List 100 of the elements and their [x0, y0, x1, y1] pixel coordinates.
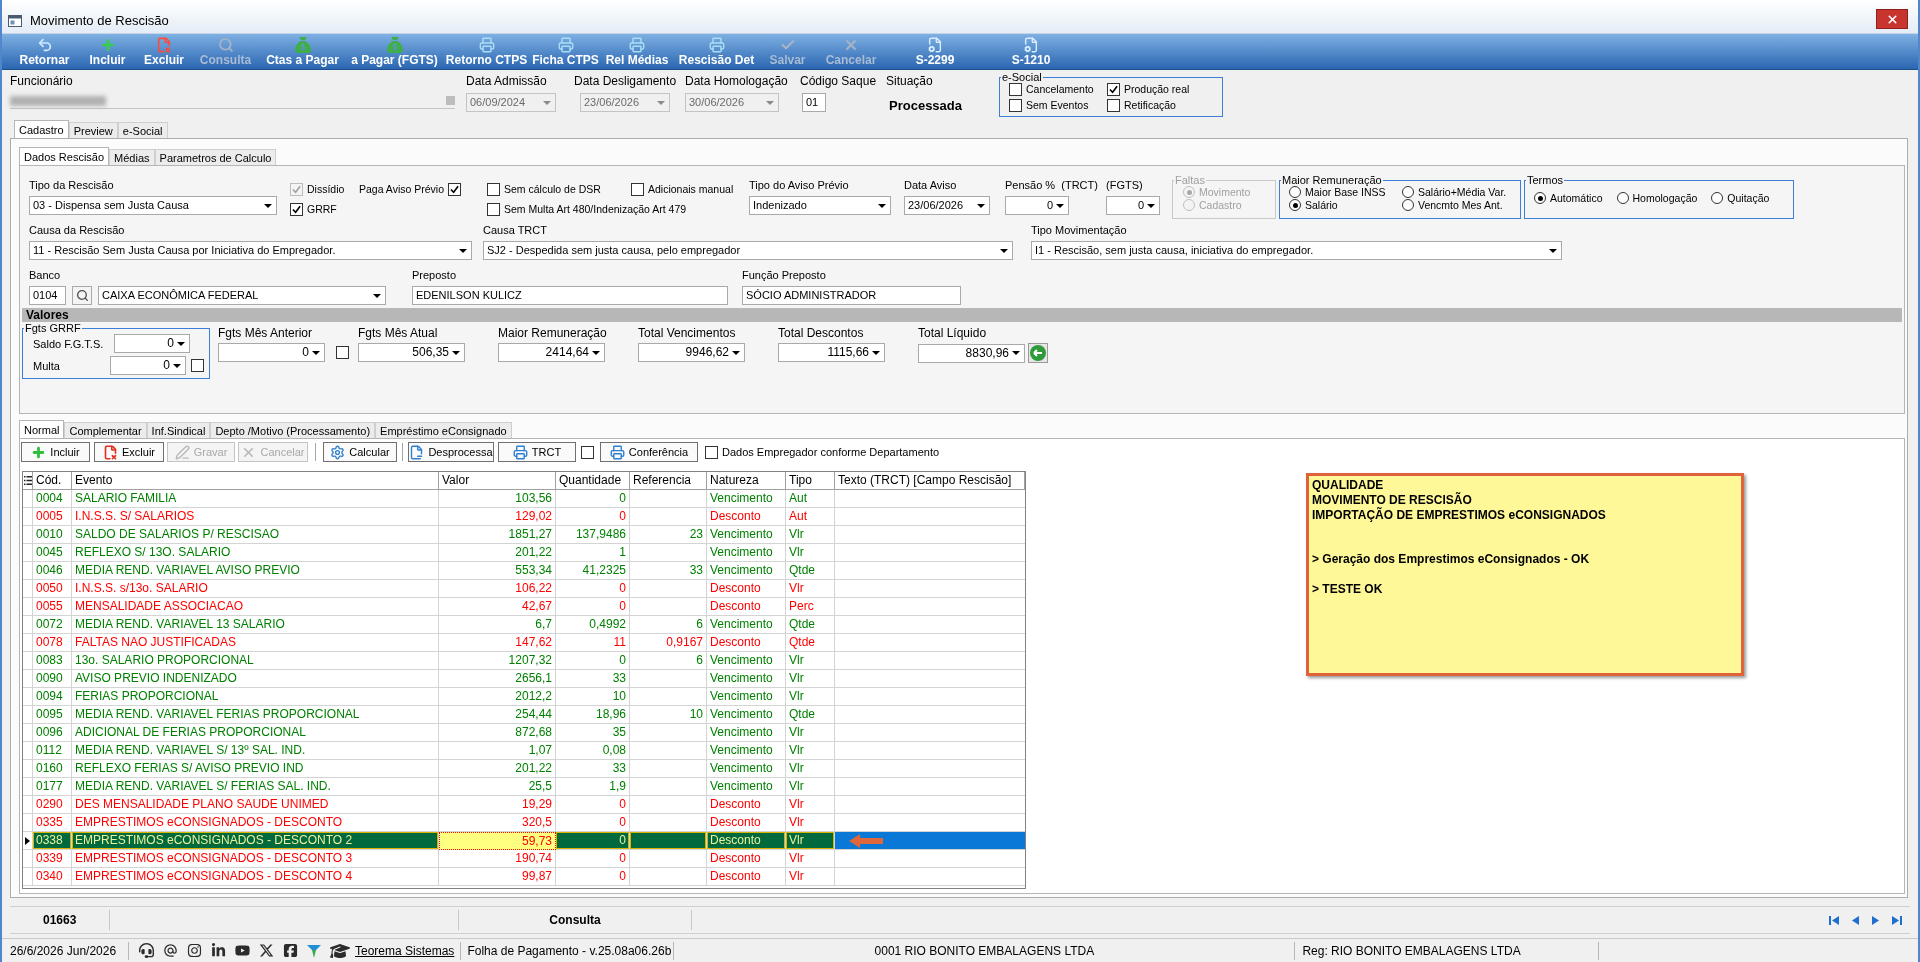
facebook-icon[interactable]: [283, 943, 298, 958]
dropdown-field[interactable]: 11 - Rescisão Sem Justa Causa por Iniciativa do Empregador.: [29, 241, 472, 260]
skip-forward-icon[interactable]: [1892, 915, 1902, 925]
tab[interactable]: Médias: [109, 149, 155, 165]
table-row[interactable]: 0090 AVISO PREVIO INDENIZADO 2656,1 33 Vencimento Vlr: [23, 670, 1025, 688]
table-row[interactable]: 0072 MEDIA REND. VARIAVEL 13 SALARIO 6,7 0,4992 6 Vencimento Qtde: [23, 616, 1025, 634]
list-icon[interactable]: [23, 476, 32, 485]
table-row[interactable]: 0094 FERIAS PROPORCIONAL 2012,2 10 Vencimento Vlr: [23, 688, 1025, 706]
table-row[interactable]: 0046 MEDIA REND. VARIAVEL AVISO PREVIO 553,34 41,2325 33 Vencimento Qtde: [23, 562, 1025, 580]
toolbar-button[interactable]: Incluir: [21, 442, 90, 462]
arrow-button[interactable]: [1028, 343, 1048, 363]
radio-button[interactable]: [1289, 199, 1301, 211]
radio-button[interactable]: [1534, 192, 1546, 204]
table-row[interactable]: 0078 FALTAS NAO JUSTIFICADAS 147,62 11 0,9167 Desconto Qtde: [23, 634, 1025, 652]
toolbar-button[interactable]: Retornar: [10, 34, 79, 69]
toolbar-button[interactable]: a Pagar (FGTS): [346, 34, 443, 69]
headset-icon[interactable]: [139, 943, 154, 958]
checkbox[interactable]: [487, 203, 500, 216]
dropdown-field[interactable]: 1115,66: [778, 343, 885, 362]
dropdown-field[interactable]: I1 - Rescisão, sem justa causa, iniciativa do empregador.: [1031, 241, 1562, 260]
radio-button[interactable]: [1711, 192, 1724, 204]
text-field[interactable]: SÓCIO ADMINISTRADOR: [742, 286, 961, 305]
checkbox[interactable]: [705, 445, 718, 459]
tab[interactable]: Normal: [19, 420, 65, 438]
checkbox[interactable]: [191, 359, 204, 372]
tab[interactable]: Dados Rescisão: [19, 147, 110, 165]
toolbar-button[interactable]: S-2299: [887, 34, 983, 69]
table-row[interactable]: 0335 EMPRESTIMOS eCONSIGNADOS - DESCONTO 320,5 0 Desconto Vlr: [23, 814, 1025, 832]
triangle-right-icon[interactable]: [1871, 915, 1881, 925]
dropdown-field[interactable]: 8830,96: [918, 343, 1025, 363]
date-field[interactable]: 23/06/2026: [904, 196, 990, 215]
youtube-icon[interactable]: [235, 943, 250, 958]
toolbar-button[interactable]: Ficha CTPS: [530, 34, 601, 69]
checkbox[interactable]: [336, 346, 349, 359]
checkbox[interactable]: [1107, 83, 1120, 96]
checkbox[interactable]: [448, 183, 462, 196]
company-link[interactable]: Teorema Sistemas: [355, 943, 455, 958]
at-sign-icon[interactable]: [163, 943, 178, 958]
dropdown-field[interactable]: 0: [1005, 196, 1069, 215]
table-row[interactable]: 0004 SALARIO FAMILIA 103,56 0 Vencimento Aut: [23, 490, 1025, 508]
radio-button[interactable]: [1402, 186, 1414, 198]
linkedin-icon[interactable]: [211, 943, 226, 958]
dropdown-field[interactable]: 0: [114, 334, 190, 353]
dropdown-field[interactable]: 9946,62: [638, 343, 745, 362]
tab[interactable]: Depto /Motivo (Processamento): [210, 422, 376, 438]
toolbar-button[interactable]: S-1210: [983, 34, 1079, 69]
dropdown-field[interactable]: 0: [1106, 196, 1160, 215]
table-row[interactable]: 0177 MEDIA REND. VARIAVEL S/ FERIAS SAL. IND. 25,5 1,9 Vencimento Vlr: [23, 778, 1025, 796]
text-field[interactable]: 0104: [29, 286, 66, 305]
dropdown-field[interactable]: 2414,64: [498, 343, 605, 362]
checkbox[interactable]: [1009, 83, 1022, 96]
table-row[interactable]: 0050 I.N.S.S. s/13o. SALARIO 106,22 0 Desconto Vlr: [23, 580, 1025, 598]
tab[interactable]: e-Social: [117, 122, 168, 138]
table-row[interactable]: 0340 EMPRESTIMOS eCONSIGNADOS - DESCONTO 4 99,87 0 Desconto Vlr: [23, 868, 1025, 886]
table-row[interactable]: 0095 MEDIA REND. VARIAVEL FERIAS PROPORCIONAL 254,44 18,96 10 Vencimento Qtde: [23, 706, 1025, 724]
toolbar-button[interactable]: Calcular: [323, 442, 397, 462]
tab[interactable]: Inf.Sindical: [146, 422, 211, 438]
dropdown-field[interactable]: 0: [110, 356, 186, 375]
text-field[interactable]: EDENILSON KULICZ: [412, 286, 728, 305]
triangle-left-icon[interactable]: [1850, 915, 1860, 925]
table-row[interactable]: 0005 I.N.S.S. S/ SALARIOS 129,02 0 Desconto Aut: [23, 508, 1025, 526]
toolbar-button[interactable]: Desprocessa: [408, 442, 494, 462]
table-row[interactable]: 0096 ADICIONAL DE FERIAS PROPORCIONAL 872,68 35 Vencimento Vlr: [23, 724, 1025, 742]
dropdown-field[interactable]: 506,35: [358, 343, 465, 362]
toolbar-button[interactable]: Excluir: [136, 34, 192, 69]
checkbox[interactable]: [631, 183, 644, 196]
checkbox[interactable]: [487, 183, 500, 196]
table-row[interactable]: 0045 REFLEXO S/ 13O. SALARIO 201,22 1 Vencimento Vlr: [23, 544, 1025, 562]
toolbar-button[interactable]: Excluir: [94, 442, 164, 462]
checkbox[interactable]: [1009, 99, 1022, 112]
toolbar-button[interactable]: Ctas a Pagar: [259, 34, 346, 69]
toolbar-button[interactable]: Rel Médias: [601, 34, 673, 69]
search-button[interactable]: [72, 286, 92, 305]
radio-button[interactable]: [1616, 192, 1629, 204]
tab[interactable]: Preview: [68, 122, 118, 138]
radio-button[interactable]: [1402, 199, 1414, 211]
dropdown-field[interactable]: CAIXA ECONÔMICA FEDERAL: [98, 286, 386, 305]
tab[interactable]: Complementar: [64, 422, 147, 438]
checkbox[interactable]: [581, 445, 594, 459]
dropdown-field[interactable]: SJ2 - Despedida sem justa causa, pelo empregador: [483, 241, 1013, 260]
toolbar-button[interactable]: Retorno CTPS: [443, 34, 530, 69]
table-row[interactable]: 0338 EMPRESTIMOS eCONSIGNADOS - DESCONTO 2 59,73 0 Desconto Vlr: [23, 832, 1025, 850]
dropdown-field[interactable]: 0: [218, 343, 325, 362]
close-button[interactable]: [1876, 9, 1908, 29]
table-row[interactable]: 0160 REFLEXO FERIAS S/ AVISO PREVIO IND 201,22 33 Vencimento Vlr: [23, 760, 1025, 778]
table-row[interactable]: 0339 EMPRESTIMOS eCONSIGNADOS - DESCONTO 3 190,74 0 Desconto Vlr: [23, 850, 1025, 868]
dropdown-field[interactable]: Indenizado: [749, 196, 891, 215]
toolbar-button[interactable]: Rescisão Det: [673, 34, 760, 69]
toolbar-button[interactable]: Conferência: [600, 442, 698, 462]
table-row[interactable]: 0112 MEDIA REND. VARIAVEL S/ 13º SAL. IND. 1,07 0,08 Vencimento Vlr: [23, 742, 1025, 760]
skip-back-icon[interactable]: [1829, 915, 1839, 925]
dropdown-field[interactable]: 03 - Dispensa sem Justa Causa: [29, 196, 277, 215]
toolbar-button[interactable]: TRCT: [498, 442, 576, 462]
checkbox[interactable]: [290, 203, 303, 216]
table-row[interactable]: 0290 DES MENSALIDADE PLANO SAUDE UNIMED 19,29 0 Desconto Vlr: [23, 796, 1025, 814]
table-row[interactable]: 0083 13o. SALARIO PROPORCIONAL 1207,32 0 6 Vencimento Vlr: [23, 652, 1025, 670]
graduation-cap-icon[interactable]: [330, 942, 350, 959]
tab[interactable]: Parametros de Calculo: [154, 149, 277, 165]
table-row[interactable]: 0055 MENSALIDADE ASSOCIACAO 42,67 0 Desconto Perc: [23, 598, 1025, 616]
tab[interactable]: Empréstimo eConsignado: [375, 422, 512, 438]
